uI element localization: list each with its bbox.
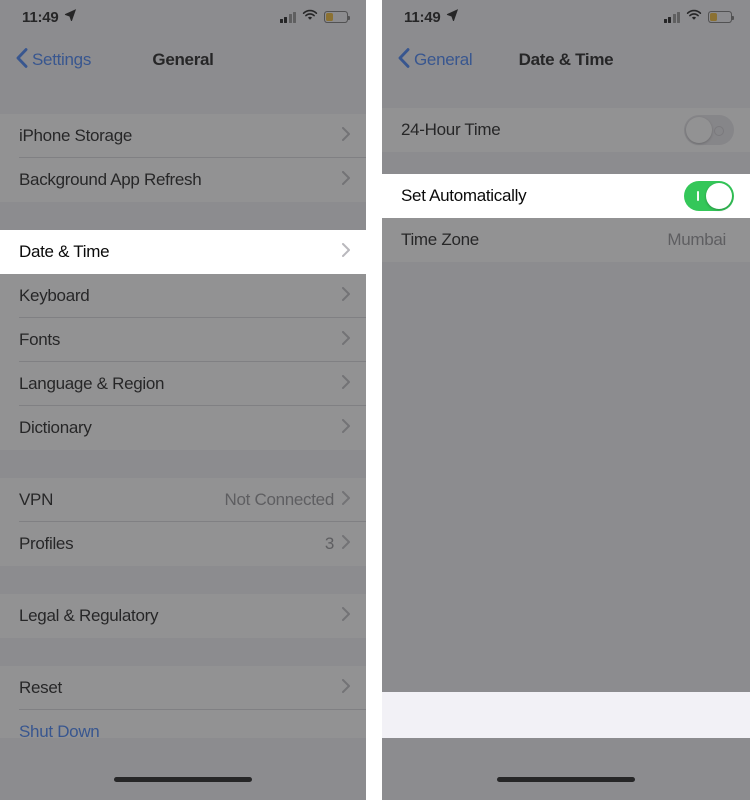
list-item-time-zone: Time Zone Mumbai — [382, 218, 750, 262]
list-item-label: Time Zone — [401, 230, 479, 249]
chevron-left-icon — [398, 47, 410, 73]
list-item-label: Keyboard — [19, 286, 90, 305]
list-item-label: Reset — [19, 678, 62, 697]
list-item-date-and-time[interactable]: Date & Time — [0, 230, 366, 274]
list-item-label: Legal & Regulatory — [19, 606, 159, 625]
list-item-value: 3 — [324, 534, 334, 553]
left-nav-bar: Settings General — [0, 34, 366, 86]
right-phone-screen: 11:49 General Date & Time 24-Hour Time S… — [382, 0, 750, 800]
chevron-left-icon — [16, 47, 28, 73]
section-gap — [0, 86, 366, 114]
toggle-24-hour-time[interactable] — [684, 115, 734, 145]
status-bar-clock: 11:49 — [22, 8, 59, 26]
cellular-signal-icon — [663, 11, 680, 23]
list-item-label: 24-Hour Time — [401, 120, 501, 139]
status-bar-left-group: 11:49 — [22, 8, 77, 26]
cellular-signal-icon — [279, 11, 296, 23]
list-item-reset[interactable]: Reset — [0, 666, 366, 710]
list-item-set-automatically[interactable]: Set Automatically — [382, 174, 750, 218]
list-item-24-hour-time[interactable]: 24-Hour Time — [382, 108, 750, 152]
home-indicator[interactable] — [497, 777, 635, 782]
list-item-keyboard[interactable]: Keyboard — [0, 274, 366, 318]
settings-group-time-zone: Time Zone Mumbai — [382, 218, 750, 262]
location-arrow-icon — [446, 8, 459, 26]
list-item-language-and-region[interactable]: Language & Region — [0, 362, 366, 406]
right-home-indicator-area — [382, 738, 750, 800]
settings-group-storage: iPhone Storage Background App Refresh — [0, 114, 366, 202]
list-item-iphone-storage[interactable]: iPhone Storage — [0, 114, 366, 158]
battery-low-icon — [708, 11, 735, 23]
chevron-right-icon — [342, 374, 350, 394]
list-item-legal-and-regulatory[interactable]: Legal & Regulatory — [0, 594, 366, 638]
chevron-right-icon — [342, 606, 350, 626]
chevron-right-icon — [342, 678, 350, 698]
list-item-label: Background App Refresh — [19, 170, 202, 189]
left-phone-screen: 11:49 Settings General iPhone Storage Ba… — [0, 0, 366, 800]
screenshot-stage: 11:49 Settings General iPhone Storage Ba… — [0, 0, 750, 800]
section-gap — [0, 638, 366, 666]
right-screen-content: 11:49 General Date & Time 24-Hour Time S… — [382, 0, 750, 800]
settings-group-date-time: Date & Time — [0, 230, 366, 274]
list-item-dictionary[interactable]: Dictionary — [0, 406, 366, 450]
section-gap — [0, 202, 366, 230]
list-item-value: Not Connected — [224, 490, 334, 509]
status-bar-right-group — [279, 8, 351, 26]
list-item-vpn[interactable]: VPN Not Connected — [0, 478, 366, 522]
section-gap — [0, 450, 366, 478]
chevron-right-icon — [342, 170, 350, 190]
list-item-profiles[interactable]: Profiles 3 — [0, 522, 366, 566]
battery-low-icon — [324, 11, 351, 23]
status-bar-clock: 11:49 — [404, 8, 441, 26]
right-nav-bar: General Date & Time — [382, 34, 750, 86]
section-gap — [0, 566, 366, 594]
list-item-label: Dictionary — [19, 418, 92, 437]
left-home-indicator-area — [0, 738, 366, 800]
settings-group-legal: Legal & Regulatory — [0, 594, 366, 638]
list-item-label: iPhone Storage — [19, 126, 132, 145]
list-item-background-app-refresh[interactable]: Background App Refresh — [0, 158, 366, 202]
list-item-label: Language & Region — [19, 374, 165, 393]
chevron-right-icon — [342, 490, 350, 510]
chevron-right-icon — [342, 286, 350, 306]
status-bar-right-group — [663, 8, 735, 26]
location-arrow-icon — [64, 8, 77, 26]
settings-group-24-hour-time: 24-Hour Time — [382, 108, 750, 152]
wifi-icon — [686, 8, 702, 26]
toggle-set-automatically[interactable] — [684, 181, 734, 211]
back-button-label: General — [414, 50, 473, 69]
left-status-bar: 11:49 — [0, 0, 366, 34]
right-status-bar: 11:49 — [382, 0, 750, 34]
back-button-general[interactable]: General — [398, 47, 473, 73]
wifi-icon — [302, 8, 318, 26]
list-item-value: Mumbai — [667, 230, 726, 249]
home-indicator[interactable] — [114, 777, 252, 782]
chevron-right-icon — [342, 242, 350, 262]
chevron-right-icon — [342, 418, 350, 438]
section-gap — [382, 152, 750, 174]
list-item-fonts[interactable]: Fonts — [0, 318, 366, 362]
list-item-label: VPN — [19, 490, 54, 509]
section-gap — [382, 86, 750, 108]
list-item-label: Date & Time — [19, 242, 110, 261]
status-bar-left-group: 11:49 — [404, 8, 459, 26]
back-button-settings[interactable]: Settings — [16, 47, 92, 73]
chevron-right-icon — [342, 534, 350, 554]
section-gap — [382, 262, 750, 692]
settings-group-keyboard: Keyboard Fonts Language & Region Diction… — [0, 274, 366, 450]
settings-group-set-automatically: Set Automatically — [382, 174, 750, 218]
chevron-right-icon — [342, 330, 350, 350]
list-item-label: Profiles — [19, 534, 74, 553]
left-screen-content: 11:49 Settings General iPhone Storage Ba… — [0, 0, 366, 800]
chevron-right-icon — [342, 126, 350, 146]
back-button-label: Settings — [32, 50, 92, 69]
settings-group-vpn: VPN Not Connected Profiles 3 — [0, 478, 366, 566]
list-item-label: Fonts — [19, 330, 61, 349]
list-item-label: Set Automatically — [401, 186, 527, 205]
